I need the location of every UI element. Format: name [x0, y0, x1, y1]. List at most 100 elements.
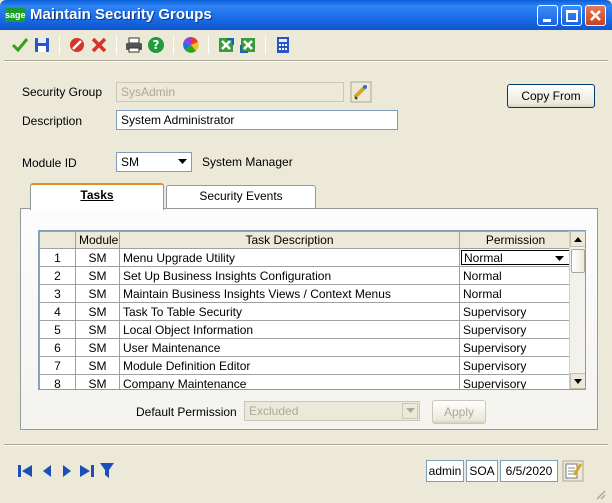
- filter-button[interactable]: [98, 462, 116, 480]
- previous-record-button[interactable]: [38, 462, 56, 480]
- permission-select[interactable]: Normal: [461, 250, 570, 265]
- table-row[interactable]: 2 SM Set Up Business Insights Configurat…: [39, 266, 572, 285]
- first-record-icon: [18, 465, 32, 477]
- export-button[interactable]: [216, 35, 236, 55]
- filter-icon: [100, 463, 114, 478]
- minimize-button[interactable]: [537, 5, 558, 26]
- table-row[interactable]: 4 SM Task To Table Security Supervisory: [39, 302, 572, 321]
- row-module: SM: [75, 248, 120, 267]
- row-permission[interactable]: Supervisory: [459, 320, 572, 339]
- scrollbar-thumb[interactable]: [571, 249, 585, 273]
- status-company: SOA: [466, 460, 498, 482]
- arrow-down-icon: [574, 378, 582, 384]
- toolbar-separator: [116, 36, 117, 54]
- close-button[interactable]: [585, 5, 606, 26]
- maximize-button[interactable]: [561, 5, 582, 26]
- column-header-permission[interactable]: Permission: [459, 231, 572, 249]
- resize-grip-icon[interactable]: [594, 488, 606, 500]
- security-group-field[interactable]: SysAdmin: [116, 82, 344, 102]
- row-number: 3: [39, 284, 76, 303]
- calculator-button[interactable]: [273, 35, 293, 55]
- table-row[interactable]: 5 SM Local Object Information Supervisor…: [39, 320, 572, 339]
- copy-from-button[interactable]: Copy From: [507, 84, 595, 108]
- row-number: 8: [39, 374, 76, 389]
- accept-icon: [11, 38, 29, 53]
- table-row[interactable]: 3 SM Maintain Business Insights Views / …: [39, 284, 572, 303]
- default-permission-select[interactable]: Excluded: [244, 401, 420, 421]
- grid-vertical-scrollbar[interactable]: [569, 231, 585, 389]
- row-module: SM: [75, 284, 120, 303]
- default-permission-value: Excluded: [249, 404, 299, 418]
- tab-tasks[interactable]: Tasks: [30, 183, 164, 210]
- row-permission[interactable]: Supervisory: [459, 338, 572, 357]
- toolbar-separator: [59, 36, 60, 54]
- dropdown-button[interactable]: [402, 403, 418, 419]
- module-name: System Manager: [202, 155, 293, 169]
- color-wheel-button[interactable]: [181, 35, 201, 55]
- last-record-icon: [80, 465, 94, 477]
- security-group-label: Security Group: [22, 85, 103, 99]
- row-number: 6: [39, 338, 76, 357]
- tasks-grid: Module Task Description Permission 1 SM …: [38, 230, 586, 390]
- arrow-up-icon: [574, 236, 582, 242]
- module-id-label: Module ID: [22, 156, 77, 170]
- table-header-row: Module Task Description Permission: [39, 231, 572, 249]
- scroll-down-button[interactable]: [570, 373, 585, 389]
- save-button[interactable]: [32, 35, 52, 55]
- toolbar-separator: [208, 36, 209, 54]
- module-id-select[interactable]: SM: [116, 152, 192, 172]
- row-number: 1: [39, 248, 76, 267]
- first-record-button[interactable]: [16, 462, 34, 480]
- delete-button[interactable]: [89, 35, 109, 55]
- print-button[interactable]: [124, 35, 144, 55]
- row-task: Menu Upgrade Utility: [119, 248, 460, 267]
- permission-value: Normal: [464, 251, 503, 265]
- table-row[interactable]: 6 SM User Maintenance Supervisory: [39, 338, 572, 357]
- accept-button[interactable]: [10, 35, 30, 55]
- export-icon: [219, 38, 234, 52]
- cancel-button[interactable]: [67, 35, 87, 55]
- next-record-button[interactable]: [58, 462, 76, 480]
- import-icon: [240, 38, 255, 53]
- scroll-up-button[interactable]: [570, 231, 585, 247]
- table-row[interactable]: 7 SM Module Definition Editor Supervisor…: [39, 356, 572, 375]
- row-permission[interactable]: Normal: [459, 266, 572, 285]
- print-icon: [126, 37, 142, 53]
- row-permission[interactable]: Supervisory: [459, 374, 572, 389]
- row-permission[interactable]: Normal: [459, 248, 572, 267]
- magnifier-pencil-icon: [350, 81, 372, 103]
- apply-button[interactable]: Apply: [432, 400, 486, 424]
- row-number: 2: [39, 266, 76, 285]
- row-task: Company Maintenance: [119, 374, 460, 389]
- row-permission[interactable]: Supervisory: [459, 302, 572, 321]
- delete-icon: [91, 37, 107, 53]
- tab-security-events[interactable]: Security Events: [166, 185, 316, 209]
- row-permission[interactable]: Supervisory: [459, 356, 572, 375]
- color-wheel-icon: [183, 36, 199, 53]
- notes-button[interactable]: [562, 460, 584, 482]
- help-button[interactable]: ?: [146, 35, 166, 55]
- status-bar: admin SOA 6/5/2020: [0, 440, 612, 503]
- close-icon: [590, 10, 601, 21]
- lookup-button[interactable]: [350, 81, 372, 103]
- description-field[interactable]: System Administrator: [116, 110, 398, 130]
- chevron-down-icon: [405, 408, 415, 413]
- column-header-task-description[interactable]: Task Description: [119, 231, 460, 249]
- table-row[interactable]: 1 SM Menu Upgrade Utility Normal: [39, 248, 572, 267]
- svg-text:?: ?: [153, 38, 160, 52]
- row-number: 7: [39, 356, 76, 375]
- row-task: Task To Table Security: [119, 302, 460, 321]
- description-label: Description: [22, 114, 83, 128]
- row-number: 5: [39, 320, 76, 339]
- last-record-button[interactable]: [78, 462, 96, 480]
- toolbar-separator: [265, 36, 266, 54]
- status-user: admin: [426, 460, 464, 482]
- row-task: Set Up Business Insights Configuration: [119, 266, 460, 285]
- import-button[interactable]: [238, 35, 258, 55]
- column-header-module[interactable]: Module: [75, 231, 120, 249]
- row-module: SM: [75, 374, 120, 389]
- toolbar-divider: [4, 60, 608, 62]
- table-row[interactable]: 8 SM Company Maintenance Supervisory: [39, 374, 572, 389]
- row-permission[interactable]: Normal: [459, 284, 572, 303]
- toolbar-separator: [173, 36, 174, 54]
